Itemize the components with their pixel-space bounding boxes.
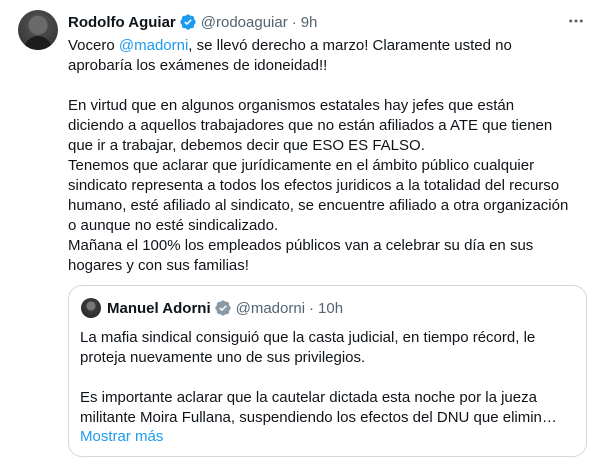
quoted-author-avatar[interactable] xyxy=(81,298,101,318)
more-options-icon xyxy=(569,19,583,23)
separator-dot: · xyxy=(309,299,315,317)
quoted-line: militante Moira Fullana, suspendiendo lo… xyxy=(80,409,557,426)
quoted-line: proteja nuevamente uno de sus privilegio… xyxy=(80,349,366,366)
tweet-text: Vocero @madorni, se llevó derecho a marz… xyxy=(68,36,588,276)
quoted-tweet-header: Manuel Adorni @madorni · 10h xyxy=(107,298,343,318)
tweet-line: Mañana el 100% los empleados públicos va… xyxy=(68,237,534,254)
tweet-line: Vocero @madorni, se llevó derecho a marz… xyxy=(68,37,512,54)
tweet-line: que ir a trabajar, debemos decir que ESO… xyxy=(68,137,425,154)
quoted-tweet-text: La mafia sindical consiguió que la casta… xyxy=(80,328,580,428)
tweet-header: Rodolfo Aguiar @rodoaguiar · 9h xyxy=(68,12,317,32)
tweet-line: diciendo a aquellos trabajadores que no … xyxy=(68,117,553,134)
tweet-line: Tenemos que aclarar que jurídicamente en… xyxy=(68,157,535,174)
author-avatar[interactable] xyxy=(18,10,58,50)
quoted-line: La mafia sindical consiguió que la casta… xyxy=(80,329,536,346)
tweet-line: o aunque no esté sindicalizado. xyxy=(68,217,279,234)
tweet-line: sindicato representa a todos los efectos… xyxy=(68,177,560,194)
separator-dot: · xyxy=(291,13,297,31)
tweet-timestamp[interactable]: 9h xyxy=(301,14,318,31)
quoted-timestamp[interactable]: 10h xyxy=(318,300,343,317)
verified-badge-icon xyxy=(214,300,231,316)
quoted-author-name[interactable]: Manuel Adorni xyxy=(107,300,211,317)
quoted-author-handle[interactable]: @madorni xyxy=(236,300,305,317)
tweet-line: aprobaría los exámenes de idoneidad!! xyxy=(68,57,328,74)
verified-badge-icon xyxy=(180,14,196,30)
tweet-line: hogares y con sus familias! xyxy=(68,257,249,274)
quoted-line: Es importante aclarar que la cautelar di… xyxy=(80,389,537,406)
more-options-button[interactable] xyxy=(565,10,587,32)
quoted-tweet[interactable]: Manuel Adorni @madorni · 10h La mafia si… xyxy=(68,285,587,457)
author-handle[interactable]: @rodoaguiar xyxy=(201,14,288,31)
tweet-line: En virtud que en algunos organismos esta… xyxy=(68,97,515,114)
mention-link[interactable]: @madorni xyxy=(119,37,188,54)
show-more-link[interactable]: Mostrar más xyxy=(80,427,163,447)
author-name[interactable]: Rodolfo Aguiar xyxy=(68,14,176,31)
tweet[interactable]: Rodolfo Aguiar @rodoaguiar · 9h Vocero @… xyxy=(0,0,602,464)
tweet-line: humano, esté afiliado al sindicato, se e… xyxy=(68,197,569,214)
